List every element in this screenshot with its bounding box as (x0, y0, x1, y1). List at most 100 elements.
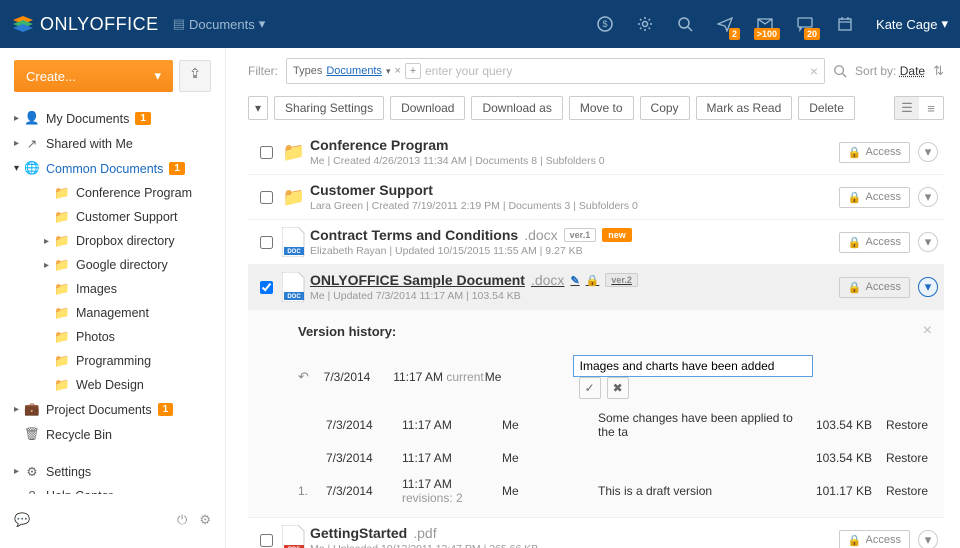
sidebar-subfolder[interactable]: 📁 Images (44, 277, 211, 301)
filter-chip[interactable]: Types Documents ▾ × (293, 65, 401, 77)
header-search-icon[interactable] (666, 0, 704, 48)
user-menu[interactable]: Kate Cage ▾ (876, 16, 948, 32)
access-button[interactable]: 🔒Access (839, 530, 910, 548)
upload-button[interactable]: ⮸ (179, 60, 211, 92)
sort-direction-icon[interactable]: ⇅ (933, 63, 944, 79)
view-compact-icon[interactable]: ≡ (919, 97, 943, 119)
file-row[interactable]: DOC ONLYOFFICE Sample Document.docx ✎🔒ve… (248, 265, 944, 310)
history-date: 7/3/2014 (324, 370, 394, 384)
search-icon[interactable] (833, 64, 847, 78)
file-title[interactable]: ONLYOFFICE Sample Document.docx ✎🔒ver.2 (310, 272, 839, 288)
file-checkbox[interactable] (260, 236, 273, 249)
history-comment-input[interactable] (573, 355, 813, 377)
confirm-icon[interactable]: ✓ (579, 377, 601, 399)
sidebar-item-help[interactable]: ▸ ? Help Center (14, 484, 211, 494)
revert-icon[interactable]: ↶ (298, 369, 309, 384)
cancel-icon[interactable]: ✖ (607, 377, 629, 399)
sidebar-item-project[interactable]: ▸ 💼 Project Documents 1 (14, 397, 211, 422)
footer-power-icon[interactable]: ⏻ (177, 512, 187, 528)
filter-input[interactable] (425, 64, 806, 78)
footer-gear-icon[interactable]: ⚙ (199, 512, 211, 528)
sidebar-item-settings[interactable]: ▸ ⚙ Settings (14, 459, 211, 484)
header-mail-icon[interactable]: >100 (746, 0, 784, 48)
view-list-icon[interactable]: ☰ (895, 97, 919, 119)
file-checkbox[interactable] (260, 281, 273, 294)
header-module-selector[interactable]: ▤ Documents ▾ (173, 16, 266, 32)
sidebar-subfolder[interactable]: 📁 Customer Support (44, 205, 211, 229)
copy-button[interactable]: Copy (640, 96, 690, 120)
file-row[interactable]: 📁 Conference Program Me | Created 4/26/2… (248, 130, 944, 175)
sidebar-subfolder[interactable]: 📁 Programming (44, 349, 211, 373)
sidebar-item-my-documents[interactable]: ▸ 👤 My Documents 1 (14, 106, 211, 131)
file-title[interactable]: Conference Program (310, 137, 839, 153)
history-user: Me (485, 370, 573, 384)
header-chat-icon[interactable]: 20 (786, 0, 824, 48)
access-button[interactable]: 🔒Access (839, 142, 910, 163)
sharing-button[interactable]: Sharing Settings (274, 96, 384, 120)
caret-down-icon: ▾ (386, 66, 391, 77)
select-all-button[interactable]: ▾ (248, 96, 268, 120)
sidebar-subfolder[interactable]: ▸ 📁 Google directory (44, 253, 211, 277)
lock-icon[interactable]: 🔒 (586, 274, 600, 287)
access-button[interactable]: 🔒Access (839, 232, 910, 253)
delete-button[interactable]: Delete (798, 96, 855, 120)
sidebar-subfolder[interactable]: ▸ 📁 Dropbox directory (44, 229, 211, 253)
sidebar-subfolder[interactable]: 📁 Management (44, 301, 211, 325)
move-to-button[interactable]: Move to (569, 96, 634, 120)
restore-link[interactable]: Restore (886, 451, 928, 465)
file-checkbox[interactable] (260, 191, 273, 204)
edit-icon[interactable]: ✎ (570, 274, 579, 287)
header-send-icon[interactable]: 2 (706, 0, 744, 48)
folder-icon: 📁 (282, 137, 306, 167)
row-menu-button[interactable]: ▾ (918, 232, 938, 252)
person-icon: 👤 (24, 111, 40, 126)
restore-link[interactable]: Restore (886, 418, 928, 432)
caret-right-icon: ▸ (14, 138, 24, 149)
access-button[interactable]: 🔒Access (839, 277, 910, 298)
sidebar-item-recycle[interactable]: 🗑 Recycle Bin (14, 422, 211, 447)
docx-icon: DOC (282, 272, 306, 302)
caret-down-icon: ▾ (941, 16, 948, 32)
file-row[interactable]: DOC Contract Terms and Conditions.docx v… (248, 220, 944, 265)
sidebar-subfolder[interactable]: 📁 Photos (44, 325, 211, 349)
row-menu-button[interactable]: ▾ (918, 187, 938, 207)
row-menu-button[interactable]: ▾ (918, 530, 938, 548)
file-checkbox[interactable] (260, 146, 273, 159)
download-as-button[interactable]: Download as (471, 96, 562, 120)
row-menu-button[interactable]: ▾ (918, 277, 938, 297)
file-checkbox[interactable] (260, 534, 273, 547)
create-button[interactable]: Create... ▾ (14, 60, 173, 92)
sidebar-subfolder[interactable]: 📁 Web Design (44, 373, 211, 397)
header-currency-icon[interactable]: $ (586, 0, 624, 48)
header-settings-icon[interactable] (626, 0, 664, 48)
file-row[interactable]: PDF GettingStarted.pdf Me | Uploaded 10/… (248, 518, 944, 548)
file-title[interactable]: GettingStarted.pdf (310, 525, 839, 541)
sidebar-item-shared[interactable]: ▸ ↗ Shared with Me (14, 131, 211, 156)
file-title[interactable]: Customer Support (310, 182, 839, 198)
row-menu-button[interactable]: ▾ (918, 142, 938, 162)
file-row[interactable]: 📁 Customer Support Lara Green | Created … (248, 175, 944, 220)
file-title[interactable]: Contract Terms and Conditions.docx ver.1… (310, 227, 839, 243)
caret-right-icon: ▸ (14, 466, 24, 477)
sidebar-item-common[interactable]: ▾ 🌐 Common Documents 1 (14, 156, 211, 181)
history-title: Version history: (298, 324, 928, 339)
chip-remove-icon[interactable]: × (395, 65, 401, 77)
sort-value[interactable]: Date (900, 64, 925, 78)
close-icon[interactable]: × (923, 322, 932, 340)
restore-link[interactable]: Restore (886, 484, 928, 498)
header-calendar-icon[interactable] (826, 0, 864, 48)
folder-icon: 📁 (282, 182, 306, 212)
file-meta: Lara Green | Created 7/19/2011 2:19 PM |… (310, 200, 839, 212)
badge: 1 (169, 162, 185, 175)
mark-read-button[interactable]: Mark as Read (696, 96, 793, 120)
chip-value[interactable]: Documents (326, 65, 382, 77)
footer-chat-icon[interactable]: 💬 (14, 512, 30, 528)
sort-by[interactable]: Sort by: Date (855, 64, 925, 78)
sidebar-subfolder[interactable]: 📁 Conference Program (44, 181, 211, 205)
download-button[interactable]: Download (390, 96, 465, 120)
label: Settings (46, 465, 91, 479)
access-button[interactable]: 🔒Access (839, 187, 910, 208)
lock-icon: 🔒 (848, 146, 862, 159)
filter-add-button[interactable]: + (405, 63, 421, 79)
filter-clear-icon[interactable]: × (810, 63, 818, 79)
